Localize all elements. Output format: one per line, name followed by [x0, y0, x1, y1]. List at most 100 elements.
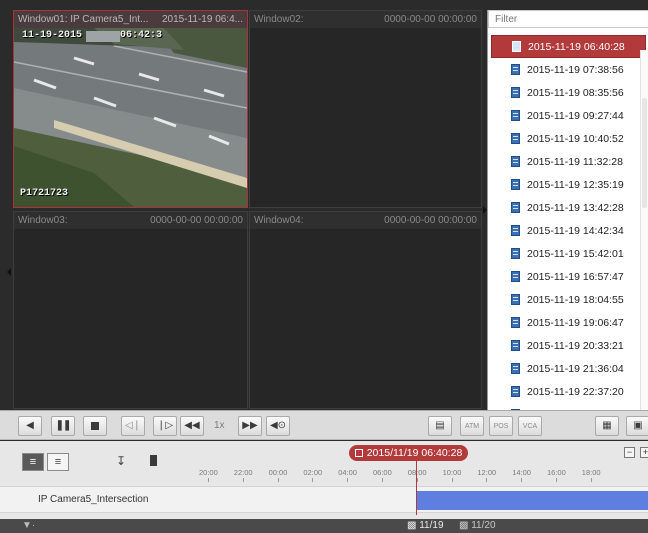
step-back-button[interactable]: ◁❘ [121, 416, 145, 436]
record-label: 2015-11-19 07:38:56 [527, 63, 624, 76]
timeline-current-label: 2015/11/19 06:40:28 [366, 447, 463, 459]
vca-icon: VCA [522, 422, 538, 430]
camera-track[interactable]: IP Camera5_Intersection [0, 486, 648, 513]
record-label: 2015-11-19 18:04:55 [527, 293, 624, 306]
collapse-left-icon[interactable] [7, 268, 11, 276]
osd-camera-id: P1721723 [20, 188, 69, 199]
record-item[interactable]: 2015-11-19 18:04:55 [491, 288, 646, 311]
calendar-icon [354, 449, 363, 457]
scrollbar[interactable] [640, 50, 648, 410]
record-item[interactable]: 2015-11-19 09:27:44 [491, 104, 646, 127]
vca-button[interactable]: VCA [518, 416, 542, 436]
osd-date: 11-19-2015 [22, 30, 83, 41]
reverse-play-button[interactable]: ◀ [18, 416, 42, 436]
video-file-icon [511, 179, 520, 190]
window-timestamp: 0000-00-00 00:00:00 [384, 215, 477, 226]
timeline-tick-label: 16:00 [547, 468, 566, 477]
window-title: Window02: [254, 14, 304, 25]
record-item[interactable]: 2015-11-19 20:33:21 [491, 334, 646, 357]
scrollbar-thumb[interactable] [642, 98, 647, 208]
slow-down-button[interactable]: ◀◀ [180, 416, 204, 436]
timeline-tick-mark [242, 478, 244, 482]
record-item[interactable]: 2015-11-19 15:42:01 [491, 242, 646, 265]
record-label: 2015-11-19 22:37:20 [527, 385, 624, 398]
pause-button[interactable]: ❚❚ [51, 416, 75, 436]
video-window-2[interactable]: Window02: 0000-00-00 00:00:00 [249, 10, 482, 208]
video-file-icon [511, 317, 520, 328]
step-forward-icon: ❘▷ [156, 420, 174, 431]
video-window-4[interactable]: Window04: 0000-00-00 00:00:00 [249, 211, 482, 409]
record-item[interactable]: 2015-11-19 11:32:28 [491, 150, 646, 173]
step-forward-button[interactable]: ❘▷ [153, 416, 177, 436]
record-item[interactable]: 2015-11-19 19:06:47 [491, 311, 646, 334]
video-file-icon [511, 133, 520, 144]
timeline-cursor[interactable] [416, 461, 417, 515]
video-file-icon [512, 41, 521, 52]
timeline-tick-label: 18:00 [581, 468, 601, 477]
zoom-out-button[interactable]: − [624, 447, 635, 458]
record-item[interactable]: 2015-11-19 22:37:20 [491, 380, 646, 403]
timeline-tick-mark [486, 478, 488, 482]
record-item[interactable]: 2015-11-19 16:57:47 [491, 265, 646, 288]
download-icon[interactable]: ↧ [116, 454, 126, 468]
funnel-icon[interactable]: ▼· [22, 520, 35, 531]
record-label: 2015-11-19 13:42:28 [527, 201, 624, 214]
record-item[interactable]: 2015-11-19 06:40:28 [491, 35, 646, 58]
record-item[interactable]: 2015-11-19 10:40:52 [491, 127, 646, 150]
layout-icon: ▦ [602, 420, 612, 431]
record-item[interactable]: 2015-11-19 13:42:28 [491, 196, 646, 219]
capture-icon: ▤ [435, 420, 445, 431]
record-item[interactable]: 2015-11-19 08:35:56 [491, 81, 646, 104]
speed-up-button[interactable]: ▶▶ [238, 416, 262, 436]
record-item[interactable]: 2015-11-19 21:36:04 [491, 357, 646, 380]
filter-input[interactable] [488, 10, 648, 28]
timeline-tick-label: 04:00 [338, 468, 357, 477]
osd-time: 06:42:3 [120, 30, 163, 41]
sliders-icon: ≡ [29, 456, 37, 468]
layout-button[interactable]: ▦ [595, 416, 619, 436]
audio-button[interactable]: ◀⊙ [266, 416, 290, 436]
date-current[interactable]: ▩ 11/19 [407, 520, 444, 531]
video-window-3[interactable]: Window03: 0000-00-00 00:00:00 [13, 211, 248, 409]
record-label: 2015-11-19 09:27:44 [527, 109, 624, 122]
window-header: Window03: 0000-00-00 00:00:00 [14, 212, 247, 229]
record-list-panel: 2015-11-19 06:40:28 2015-11-19 07:38:56 20… [487, 10, 648, 421]
record-label: 2015-11-19 08:35:56 [527, 86, 624, 99]
timeline-tick-mark [521, 478, 523, 482]
recording-bar[interactable] [417, 491, 648, 510]
timeline-tick-label: 12:00 [477, 468, 497, 477]
fullscreen-button[interactable]: ▣ [626, 416, 648, 436]
slow-down-icon: ◀◀ [184, 420, 200, 431]
playback-app: Window01: IP Camera5_Int... 2015-11-19 0… [0, 0, 648, 533]
video-window-1[interactable]: Window01: IP Camera5_Int... 2015-11-19 0… [13, 10, 248, 208]
record-item[interactable]: 2015-11-19 14:42:34 [491, 219, 646, 242]
record-label: 2015-11-19 14:42:34 [527, 224, 624, 237]
record-label: 2015-11-19 19:06:47 [527, 316, 624, 329]
timeline-tick-mark [382, 478, 383, 482]
date-current-label: 11/19 [419, 520, 444, 531]
date-next-label: 11/20 [471, 520, 496, 531]
capture-button[interactable]: ▤ [428, 416, 452, 436]
video-file-icon [511, 386, 520, 397]
timeline-split-button[interactable]: ≡ [47, 453, 69, 471]
timeline-tick-label: 10:00 [442, 468, 462, 477]
record-item[interactable]: 2015-11-19 07:38:56 [491, 58, 646, 81]
record-item[interactable]: 2015-11-19 12:35:19 [491, 173, 646, 196]
window-header: Window04: 0000-00-00 00:00:00 [250, 212, 481, 229]
pos-button[interactable]: POS [489, 416, 513, 436]
bookmark-icon[interactable] [150, 455, 157, 466]
date-next[interactable]: ▩ 11/20 [459, 520, 496, 531]
speed-up-icon: ▶▶ [242, 420, 258, 431]
timeline-panel[interactable]: ≡ ≡ ↧ 2015/11/19 06:40:28 − + 20:00 22:00… [0, 441, 648, 519]
atm-icon: ATM [464, 422, 480, 430]
video-file-icon [511, 225, 520, 236]
timeline-tick-mark [277, 478, 279, 482]
stop-button[interactable] [83, 416, 107, 436]
record-list: 2015-11-19 06:40:28 2015-11-19 07:38:56 20… [491, 35, 646, 426]
window-title: Window04: [254, 215, 304, 226]
timeline-tick-mark [556, 478, 557, 482]
timeline-mode-button[interactable]: ≡ [22, 453, 44, 471]
atm-button[interactable]: ATM [460, 416, 484, 436]
timeline-tick-mark [590, 478, 592, 482]
zoom-in-button[interactable]: + [640, 447, 648, 458]
